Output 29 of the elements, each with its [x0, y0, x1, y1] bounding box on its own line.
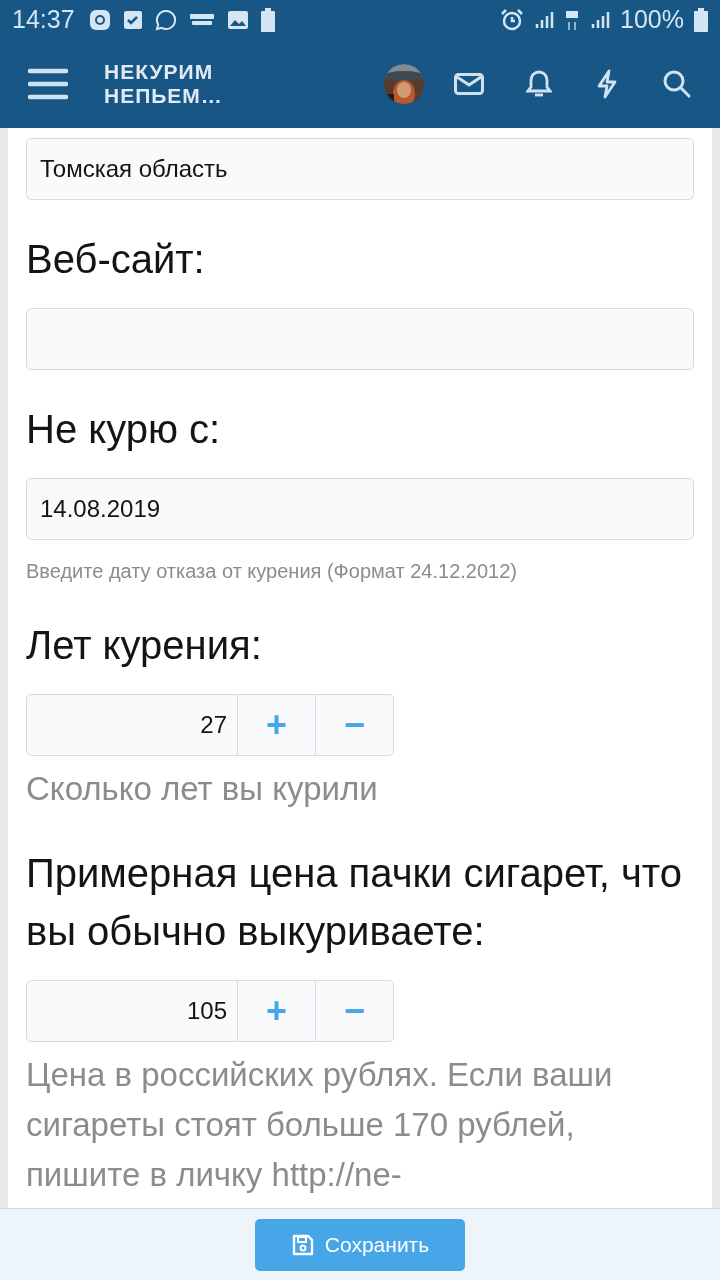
battery-level: 100%	[620, 4, 684, 36]
field-hint: Сколько лет вы курили	[26, 769, 379, 809]
field-label: Лет курения:	[26, 622, 263, 669]
site-logo-text[interactable]: НЕКУРИМ НЕПЬЕМ…	[104, 60, 244, 108]
alarm-icon	[500, 8, 525, 32]
bell-icon[interactable]	[526, 70, 552, 98]
text-field[interactable]: 14.08.2019	[26, 478, 694, 540]
field-label: Примерная цена пачки сигарет, что вы обычно выкуриваете:	[26, 850, 683, 955]
field-label: Веб-сайт:	[26, 236, 206, 283]
text-field[interactable]: Томская область	[26, 138, 694, 200]
field-hint: Цена в российских рублях. Если ваши сигареты стоят больше 170 рублей, пишите в личку http://ne-	[26, 1055, 614, 1195]
camera-icon	[88, 9, 111, 31]
number-field[interactable]: 27	[26, 694, 238, 756]
field-label: Не курю с:	[26, 406, 222, 453]
lightning-icon[interactable]	[596, 69, 618, 99]
battery-icon	[694, 8, 708, 32]
mail-icon[interactable]	[454, 73, 484, 95]
checkbox-icon	[122, 10, 143, 30]
image-icon	[226, 10, 249, 30]
search-icon[interactable]	[662, 69, 692, 99]
text-field[interactable]	[26, 308, 694, 370]
signal-icon	[534, 10, 555, 30]
chat-icon	[154, 9, 177, 31]
menu-icon[interactable]	[28, 68, 68, 100]
battery-icon	[260, 8, 275, 32]
status-time: 14:37	[12, 4, 75, 36]
signal-icon	[590, 10, 611, 30]
number-field[interactable]: 105	[26, 980, 238, 1042]
field-hint: Введите дату отказа от курения (Формат 24.12.2012)	[26, 559, 518, 584]
